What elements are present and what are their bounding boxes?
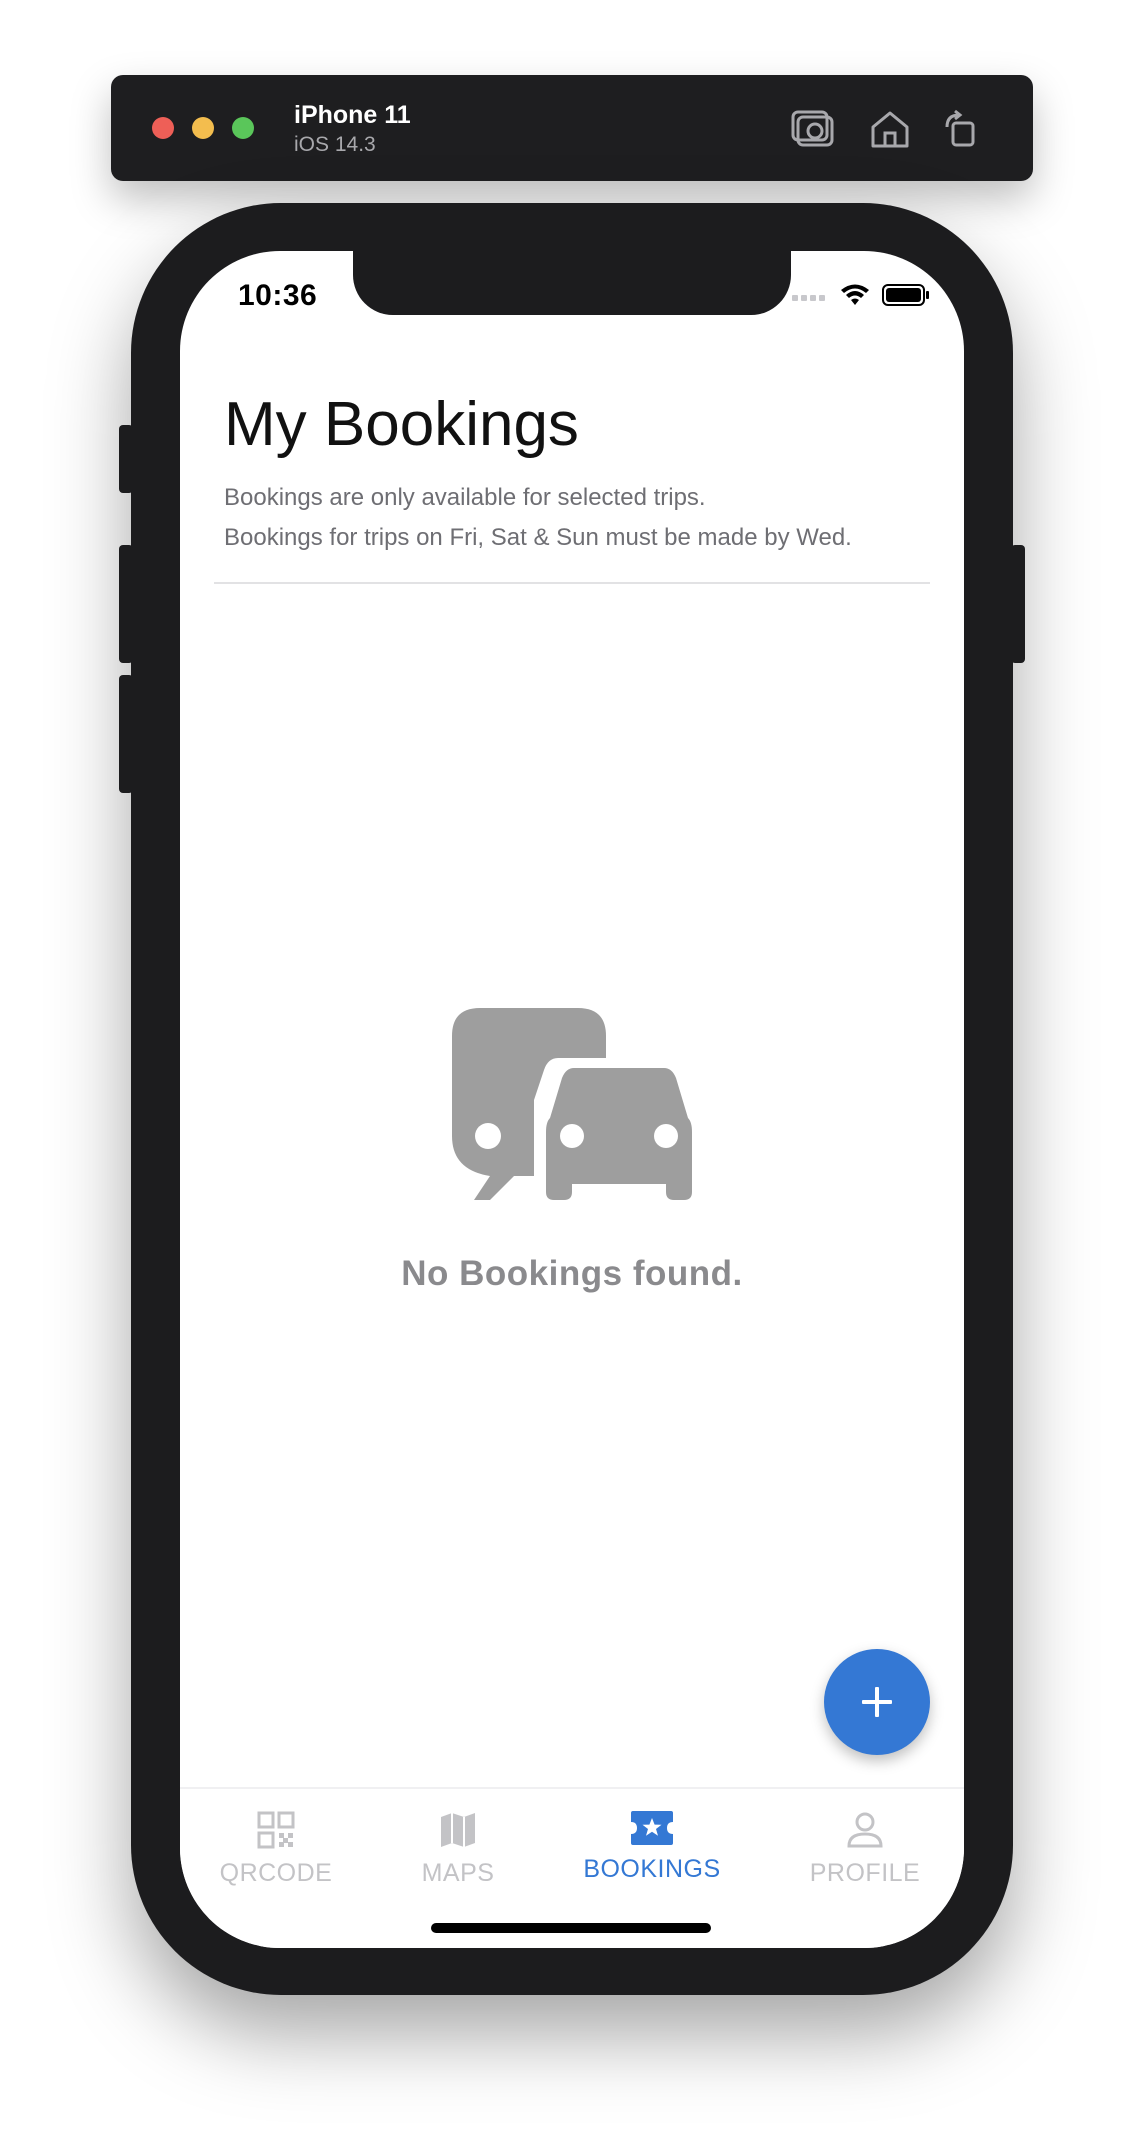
home-indicator xyxy=(431,1923,711,1933)
tab-maps-label: MAPS xyxy=(421,1859,495,1887)
subtitle-line-1: Bookings are only available for selected… xyxy=(224,484,706,511)
status-time: 10:36 xyxy=(238,279,318,312)
tab-qrcode-label: QRCODE xyxy=(219,1859,333,1887)
cellular-icon xyxy=(792,295,825,301)
empty-state-message: No Bookings found. xyxy=(401,1254,743,1293)
screenshot-button[interactable] xyxy=(789,105,837,153)
volume-up-button xyxy=(119,545,133,663)
tab-bookings-label: BOOKINGS xyxy=(583,1855,721,1883)
power-button xyxy=(1011,545,1025,663)
zoom-window-button[interactable] xyxy=(232,117,254,139)
qrcode-icon xyxy=(257,1811,295,1849)
profile-icon xyxy=(847,1812,883,1848)
tab-maps[interactable]: MAPS xyxy=(373,1811,543,1888)
header-divider xyxy=(214,582,930,584)
close-window-button[interactable] xyxy=(152,117,174,139)
add-booking-button[interactable] xyxy=(824,1649,930,1755)
minimize-window-button[interactable] xyxy=(192,117,214,139)
silent-switch xyxy=(119,425,133,493)
tab-profile[interactable]: PROFILE xyxy=(780,1811,950,1888)
screenshot-icon xyxy=(791,110,834,147)
os-version: iOS 14.3 xyxy=(294,133,376,156)
subtitle-line-2: Bookings for trips on Fri, Sat & Sun mus… xyxy=(224,524,852,551)
rotate-button[interactable] xyxy=(937,105,985,153)
page-subtitle: Bookings are only available for selected… xyxy=(224,478,852,558)
tab-profile-label: PROFILE xyxy=(809,1859,921,1887)
tab-qrcode[interactable]: QRCODE xyxy=(191,1811,361,1888)
plus-icon xyxy=(862,1687,892,1717)
simulator-titlebar: iPhone 11 iOS 14.3 xyxy=(111,75,1033,181)
wifi-icon xyxy=(841,284,869,305)
home-icon xyxy=(871,111,909,148)
transport-icon xyxy=(452,1008,692,1200)
home-button[interactable] xyxy=(866,105,914,153)
map-icon xyxy=(441,1813,475,1847)
device-name: iPhone 11 xyxy=(294,101,411,129)
page-title: My Bookings xyxy=(224,390,579,459)
app-screen: 10:36 My Bookings Bookings are only avai… xyxy=(180,251,964,1948)
volume-down-button xyxy=(119,675,133,793)
status-icons xyxy=(792,283,930,307)
rotate-icon xyxy=(945,109,975,147)
ticket-icon xyxy=(631,1811,673,1845)
battery-icon xyxy=(882,284,929,306)
notch xyxy=(353,251,791,315)
tab-bookings[interactable]: BOOKINGS xyxy=(567,1811,737,1884)
